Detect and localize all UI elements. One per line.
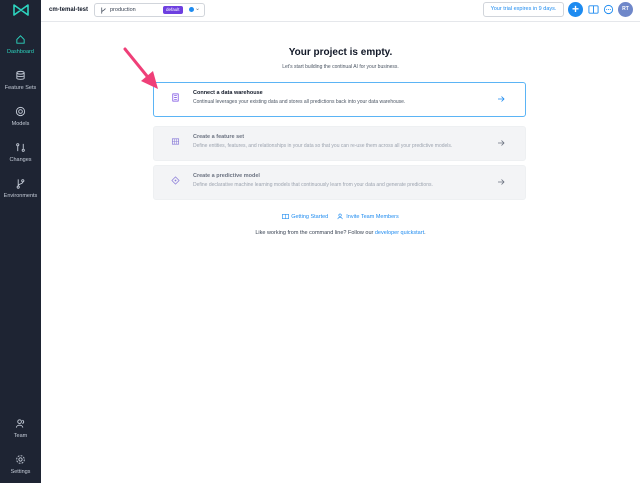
card-description: Continual leverages your existing data a… bbox=[193, 99, 406, 105]
sidebar-item-label: Changes bbox=[9, 157, 32, 163]
docs-book-icon[interactable] bbox=[588, 4, 599, 15]
book-icon bbox=[282, 214, 290, 219]
status-dot-icon bbox=[189, 7, 194, 12]
sidebar-item-team[interactable]: Team bbox=[0, 418, 41, 439]
card-description: Define entities, features, and relations… bbox=[193, 143, 453, 149]
git-branch-icon bbox=[16, 179, 25, 189]
card-description: Define declarative machine learning mode… bbox=[193, 182, 433, 188]
arrow-right-icon bbox=[498, 179, 505, 185]
git-branch-icon bbox=[101, 7, 106, 14]
home-icon bbox=[16, 35, 25, 44]
arrow-right-icon bbox=[498, 96, 505, 102]
developer-quickstart-link[interactable]: developer quickstart bbox=[375, 230, 424, 236]
user-avatar[interactable]: RT bbox=[618, 2, 633, 17]
sidebar-item-changes[interactable]: Changes bbox=[0, 142, 41, 163]
sidebar-item-label: Feature Sets bbox=[4, 85, 37, 91]
branch-name: production bbox=[110, 7, 136, 13]
page-subtitle: Let's start building the continual AI fo… bbox=[282, 64, 399, 70]
card-title: Create a predictive model bbox=[193, 173, 260, 179]
database-icon bbox=[16, 70, 25, 80]
chevron-down-icon[interactable]: ⌄ bbox=[195, 5, 200, 12]
arrow-right-icon bbox=[498, 140, 505, 146]
project-name[interactable]: cm-temal-test bbox=[49, 7, 88, 13]
sidebar-item-label: Environments bbox=[3, 193, 38, 199]
help-links: Getting Started Invite Team Members bbox=[0, 213, 640, 220]
create-feature-set-card[interactable]: Create a feature set Define entities, fe… bbox=[153, 126, 526, 161]
branch-compare-icon bbox=[16, 143, 25, 152]
warehouse-icon bbox=[172, 93, 179, 102]
default-badge: default bbox=[163, 6, 183, 14]
chat-icon[interactable] bbox=[603, 4, 614, 15]
sidebar-item-environments[interactable]: Environments bbox=[0, 178, 41, 199]
card-title: Connect a data warehouse bbox=[193, 90, 263, 96]
trial-expiry-link[interactable]: Your trial expires in 9 days. bbox=[483, 2, 564, 17]
continual-logo-icon[interactable] bbox=[12, 3, 30, 17]
gear-icon bbox=[16, 455, 25, 464]
target-icon bbox=[15, 106, 26, 117]
getting-started-link[interactable]: Getting Started bbox=[282, 213, 328, 220]
feature-set-icon bbox=[171, 138, 180, 145]
sidebar-item-feature-sets[interactable]: Feature Sets bbox=[0, 70, 41, 91]
sidebar-item-label: Models bbox=[11, 121, 30, 127]
users-icon bbox=[15, 419, 25, 428]
create-button[interactable]: + bbox=[568, 2, 583, 17]
top-bar: cm-temal-test production default ⌄ Your … bbox=[41, 0, 640, 22]
sidebar-item-label: Settings bbox=[10, 469, 31, 475]
sidebar-item-settings[interactable]: Settings bbox=[0, 454, 41, 475]
page-title: Your project is empty. bbox=[288, 47, 393, 58]
cli-hint: Like working from the command line? Foll… bbox=[255, 230, 426, 236]
create-predictive-model-card[interactable]: Create a predictive model Define declara… bbox=[153, 165, 526, 200]
card-title: Create a feature set bbox=[193, 134, 245, 140]
sidebar-item-models[interactable]: Models bbox=[0, 106, 41, 127]
annotation-arrow-icon bbox=[123, 47, 158, 89]
invite-team-link[interactable]: Invite Team Members bbox=[337, 213, 399, 220]
connect-warehouse-card[interactable]: Connect a data warehouse Continual lever… bbox=[153, 82, 526, 117]
sidebar-item-label: Team bbox=[13, 433, 28, 439]
user-plus-icon bbox=[337, 213, 343, 220]
sidebar: Dashboard Feature Sets Models Changes En… bbox=[0, 0, 41, 483]
model-icon bbox=[171, 176, 180, 185]
